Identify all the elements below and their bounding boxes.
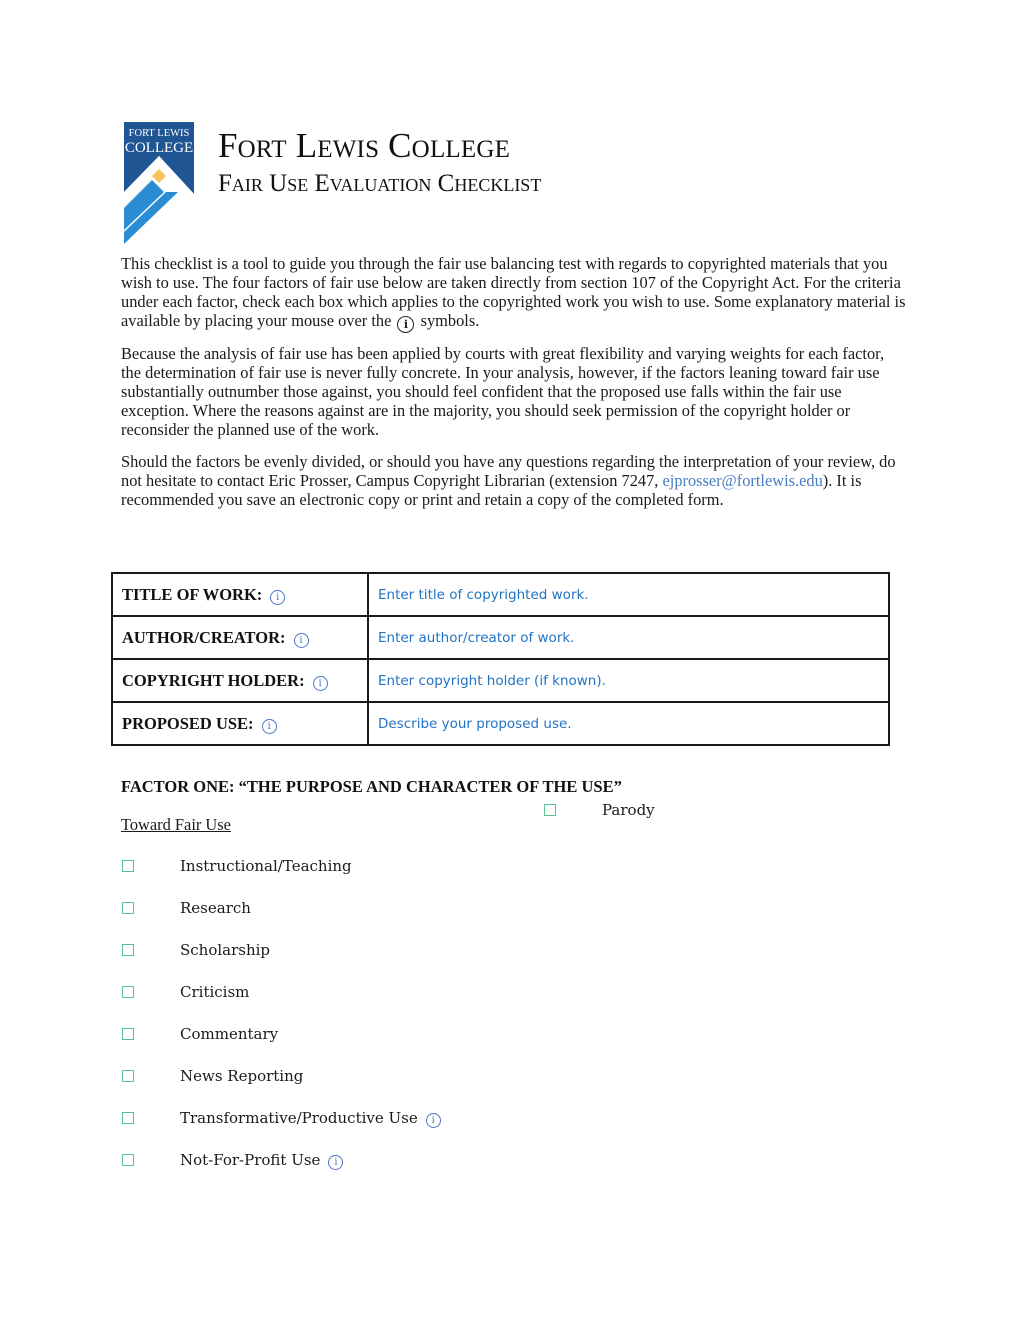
document-title: Fair Use Evaluation Checklist — [218, 170, 542, 197]
checkbox-label: Scholarship — [180, 941, 271, 959]
info-icon[interactable]: i — [261, 718, 277, 734]
field-label: PROPOSED USE: — [122, 713, 254, 733]
intro-paragraph-3: Should the factors be evenly divided, or… — [121, 452, 906, 509]
checklist-item: Commentary — [122, 1024, 278, 1044]
checkbox-label: Research — [180, 899, 251, 917]
checklist-item-parody: Parody — [544, 800, 655, 820]
table-row: TITLE OF WORK: i Enter title of copyright… — [111, 572, 890, 617]
checklist-item: Research — [122, 898, 251, 918]
intro-p1-end: symbols. — [420, 311, 480, 330]
checkbox[interactable] — [122, 986, 134, 998]
info-icon[interactable]: i — [328, 1155, 344, 1170]
factor-one-heading: FACTOR ONE: “THE PURPOSE AND CHARACTER O… — [121, 777, 622, 796]
checkbox[interactable] — [122, 944, 134, 956]
logo-text-line1: FORT LEWIS — [129, 128, 190, 139]
intro-p1-text: This checklist is a tool to guide you th… — [121, 254, 906, 330]
checkbox[interactable] — [122, 1154, 134, 1166]
checkbox[interactable] — [122, 902, 134, 914]
checkbox[interactable] — [122, 1112, 134, 1124]
copyright-holder-label: COPYRIGHT HOLDER: i — [111, 658, 369, 703]
work-info-table: TITLE OF WORK: i Enter title of copyright… — [111, 572, 890, 746]
table-row: AUTHOR/CREATOR: i Enter author/creator of… — [111, 615, 890, 660]
info-icon[interactable]: i — [293, 632, 309, 648]
toward-fair-use-heading: Toward Fair Use — [121, 815, 231, 834]
checkbox-label-text: Not-For-Profit Use — [180, 1151, 321, 1169]
college-logo-graphic: FORT LEWIS COLLEGE — [124, 122, 194, 244]
college-name: Fort Lewis College — [218, 126, 511, 165]
checkbox-label: News Reporting — [180, 1067, 304, 1085]
checkbox-label: Not-For-Profit Use i — [180, 1150, 344, 1170]
proposed-use-label: PROPOSED USE: i — [111, 701, 369, 746]
table-row: PROPOSED USE: i Describe your proposed us… — [111, 701, 890, 746]
parody-checkbox[interactable] — [544, 804, 556, 816]
info-icon: i — [397, 316, 415, 333]
checklist-item: Scholarship — [122, 940, 270, 960]
checklist-item: Transformative/Productive Use i — [122, 1108, 441, 1128]
checkbox[interactable] — [122, 860, 134, 872]
info-icon[interactable]: i — [312, 675, 328, 691]
info-icon[interactable]: i — [270, 589, 286, 605]
checkbox-label-text: Transformative/Productive Use — [180, 1109, 418, 1127]
info-icon[interactable]: i — [425, 1113, 441, 1128]
librarian-email-link[interactable]: ejprosser@fortlewis.edu — [662, 471, 822, 490]
checkbox[interactable] — [122, 1028, 134, 1040]
proposed-use-field[interactable]: Describe your proposed use. — [367, 701, 890, 746]
checklist-item: Not-For-Profit Use i — [122, 1150, 344, 1170]
checkbox-label: Instructional/Teaching — [180, 857, 352, 875]
checkbox-label: Transformative/Productive Use i — [180, 1108, 441, 1128]
checkbox-label: Parody — [602, 801, 655, 819]
college-logo: FORT LEWIS COLLEGE — [122, 122, 196, 244]
checklist-item: Instructional/Teaching — [122, 856, 352, 876]
field-label: COPYRIGHT HOLDER: — [122, 670, 305, 690]
checkbox[interactable] — [122, 1070, 134, 1082]
author-creator-field[interactable]: Enter author/creator of work. — [367, 615, 890, 660]
table-row: COPYRIGHT HOLDER: i Enter copyright holde… — [111, 658, 890, 703]
field-label: TITLE OF WORK: — [122, 584, 263, 604]
field-label: AUTHOR/CREATOR: — [122, 627, 286, 647]
intro-paragraph-1: This checklist is a tool to guide you th… — [121, 254, 906, 333]
logo-text-line2: COLLEGE — [125, 140, 193, 156]
author-creator-label: AUTHOR/CREATOR: i — [111, 615, 369, 660]
checklist-item: News Reporting — [122, 1066, 303, 1086]
checkbox-label: Criticism — [180, 983, 250, 1001]
title-of-work-label: TITLE OF WORK: i — [111, 572, 369, 617]
checkbox-label: Commentary — [180, 1025, 279, 1043]
copyright-holder-field[interactable]: Enter copyright holder (if known). — [367, 658, 890, 703]
intro-paragraph-2: Because the analysis of fair use has bee… — [121, 344, 885, 439]
title-of-work-field[interactable]: Enter title of copyrighted work. — [367, 572, 890, 617]
checklist-item: Criticism — [122, 982, 249, 1002]
